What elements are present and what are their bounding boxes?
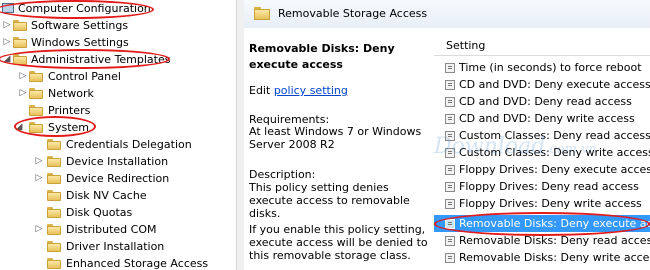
policy-setting-link[interactable]: policy setting (274, 84, 348, 97)
setting-label: CD and DVD: Deny read access (459, 95, 632, 108)
setting-label: Removable Disks: Deny execute access (459, 217, 650, 230)
setting-label: Removable Disks: Deny read access (459, 234, 650, 247)
setting-row[interactable]: Custom Classes: Deny write access (434, 144, 650, 161)
setting-row[interactable]: Custom Classes: Deny read access (434, 127, 650, 144)
folder-icon (47, 190, 61, 201)
setting-column-header[interactable]: Setting (434, 37, 650, 56)
settings-list: Setting Time (in seconds) to force reboo… (434, 28, 650, 270)
tree-item-label: Windows Settings (31, 36, 129, 49)
setting-row[interactable]: Removable Disks: Deny read access (434, 232, 650, 249)
policy-setting-icon (445, 148, 455, 158)
folder-icon (47, 139, 61, 150)
setting-label: CD and DVD: Deny write access (459, 112, 635, 125)
setting-label: Floppy Drives: Deny execute access (459, 163, 650, 176)
details-header: Removable Storage Access (244, 0, 650, 29)
folder-icon (13, 54, 27, 65)
navigation-tree: Computer Configuration ▷ Software Settin… (0, 0, 236, 270)
policy-setting-icon (445, 80, 455, 90)
policy-setting-icon (445, 219, 455, 229)
collapse-arrow-icon[interactable]: ◢ (14, 119, 24, 136)
edit-policy-line: Edit policy setting (249, 84, 348, 97)
setting-row[interactable]: Time (in seconds) to force reboot (434, 59, 650, 76)
folder-icon (47, 224, 61, 235)
folder-icon (29, 105, 43, 116)
description-text: This policy setting denies execute acces… (249, 181, 410, 220)
setting-label: Time (in seconds) to force reboot (459, 61, 642, 74)
expand-arrow-icon[interactable]: ▷ (34, 170, 44, 187)
folder-icon (29, 122, 43, 133)
expand-arrow-icon[interactable]: ▷ (2, 34, 12, 51)
folder-icon (47, 241, 61, 252)
tree-item-label: Credentials Delegation (66, 138, 192, 151)
expand-arrow-icon[interactable]: ▷ (18, 68, 28, 85)
setting-label: CD and DVD: Deny execute access (459, 78, 650, 91)
tree-item-label: Device Installation (66, 155, 169, 168)
tree-item-label: Administrative Templates (31, 53, 171, 66)
setting-row[interactable]: Floppy Drives: Deny read access (434, 178, 650, 195)
tree-item-label: System (48, 121, 90, 134)
tree-item-label: Software Settings (31, 19, 129, 32)
policy-setting-icon (445, 236, 455, 246)
tree-item-label: Device Redirection (66, 172, 170, 185)
setting-row[interactable]: CD and DVD: Deny read access (434, 93, 650, 110)
folder-icon (13, 20, 27, 31)
setting-row[interactable]: Floppy Drives: Deny write access (434, 195, 650, 212)
policy-title: Removable Disks: Deny execute access (249, 42, 395, 71)
policy-setting-icon (445, 199, 455, 209)
tree-item-label: Distributed COM (66, 223, 157, 236)
extended-description-pane: Removable Disks: Deny execute access Edi… (244, 28, 434, 270)
setting-label: Floppy Drives: Deny read access (459, 180, 639, 193)
policy-setting-icon (445, 63, 455, 73)
requirements-text: At least Windows 7 or Windows Server 200… (249, 125, 422, 151)
computer-icon (2, 3, 14, 13)
policy-setting-icon (445, 131, 455, 141)
policy-setting-icon (445, 114, 455, 124)
policy-setting-icon (445, 253, 455, 263)
folder-icon (47, 207, 61, 218)
expand-arrow-icon[interactable]: ▷ (34, 221, 44, 238)
tree-item-label: Computer Configuration (18, 2, 151, 15)
setting-label: Removable Disks: Deny write access (459, 251, 650, 264)
tree-scrollbar[interactable] (236, 0, 244, 270)
setting-row[interactable]: Floppy Drives: Deny execute access (434, 161, 650, 178)
expand-arrow-icon[interactable]: ▷ (2, 17, 12, 34)
collapse-arrow-icon[interactable]: ◢ (2, 51, 12, 68)
description-label: Description: (249, 168, 316, 181)
setting-row[interactable]: CD and DVD: Deny write access (434, 110, 650, 127)
description-text-enabled: If you enable this policy setting, execu… (249, 223, 428, 262)
tree-item-label: Disk Quotas (66, 206, 133, 219)
setting-label: Custom Classes: Deny read access (459, 129, 650, 142)
tree-item-label: Network (48, 87, 94, 100)
folder-icon (13, 37, 27, 48)
policy-setting-icon (445, 182, 455, 192)
folder-icon (29, 71, 43, 82)
expand-arrow-icon[interactable]: ▷ (34, 153, 44, 170)
setting-column-label: Setting (446, 39, 486, 52)
details-title: Removable Storage Access (278, 7, 428, 20)
setting-label: Floppy Drives: Deny write access (459, 197, 642, 210)
tree-item-label: Disk NV Cache (66, 189, 147, 202)
setting-row[interactable]: Removable Disks: Deny write access (434, 249, 650, 266)
folder-icon (29, 88, 43, 99)
folder-icon (47, 258, 61, 269)
tree-item-label: Enhanced Storage Access (66, 257, 209, 270)
details-pane: Removable Storage Access Removable Disks… (244, 0, 650, 270)
setting-row[interactable]: CD and DVD: Deny execute access (434, 76, 650, 93)
tree-item-label: Driver Installation (66, 240, 165, 253)
tree-item-label: Control Panel (48, 70, 121, 83)
folder-icon (47, 156, 61, 167)
setting-label: Custom Classes: Deny write access (459, 146, 650, 159)
expand-arrow-icon[interactable]: ▷ (18, 85, 28, 102)
policy-setting-icon (445, 97, 455, 107)
setting-row-selected[interactable]: Removable Disks: Deny execute access (434, 215, 650, 232)
folder-icon (47, 173, 61, 184)
policy-setting-icon (445, 165, 455, 175)
edit-prefix: Edit (249, 84, 271, 97)
tree-item-label: Printers (48, 104, 91, 117)
folder-icon (254, 7, 270, 20)
